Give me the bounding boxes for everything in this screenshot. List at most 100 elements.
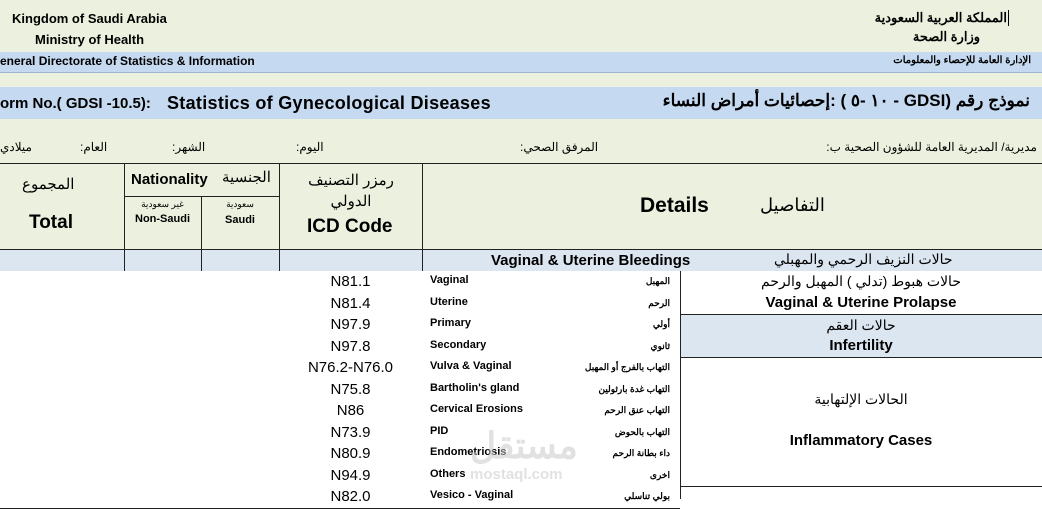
nationality-label-en: Nationality [131,171,208,188]
total-cell[interactable] [0,271,124,293]
non-saudi-label-en: Non-Saudi [135,213,190,225]
text-cursor [1008,10,1009,26]
detail-ar: الرحم [648,298,670,308]
kingdom-ar: المملكة العربية السعودية [874,10,1007,25]
total-label-en: Total [29,212,73,233]
detail-en: Cervical Erosions [430,403,523,415]
total-cell[interactable] [0,486,124,508]
saudi-cell[interactable] [201,357,279,379]
grid-line [201,249,202,271]
non-saudi-cell[interactable] [124,357,201,379]
detail-en: Vaginal [430,274,469,286]
total-cell[interactable] [0,443,124,465]
detail-en: Primary [430,317,471,329]
grid-line [279,249,280,271]
icd-code: N82.0 [330,488,371,505]
nationality-label-ar: الجنسية [222,169,271,186]
group-inflammatory-en: Inflammatory Cases [789,432,933,449]
directorate-field-label: مديرية/ المديرية العامة للشؤون الصحية ب: [826,140,1037,154]
detail-ar: التهاب بالفرج أو المهبل [584,362,670,372]
icd-code: N75.8 [330,381,371,398]
saudi-label-ar: سعودية [226,199,254,209]
watermark-logo: مستقل [470,425,578,466]
non-saudi-cell[interactable] [124,486,201,508]
day-field-label: اليوم: [296,140,324,154]
saudi-cell[interactable] [201,422,279,443]
form-title-en: Statistics of Gynecological Diseases [167,93,491,113]
icd-code: N94.9 [330,467,371,484]
detail-ar: التهاب عنق الرحم [604,405,670,415]
detail-en: Uterine [430,296,468,308]
icd-code: N81.4 [330,295,371,312]
bleeding-section-en: Vaginal & Uterine Bleedings [491,252,691,269]
header-band [0,0,1042,53]
total-cell[interactable] [0,336,124,357]
non-saudi-cell[interactable] [124,271,201,293]
detail-en: Vesico - Vaginal [430,489,514,501]
total-cell[interactable] [0,293,124,314]
total-cell[interactable] [0,314,124,336]
ministry-en: Ministry of Health [35,32,145,47]
watermark-url: mostaql.com [470,466,563,483]
form-title-ar: نموذج رقم (GDSI - ١٠ -٥ ) :إحصائيات أمرا… [662,91,1030,110]
icd-code: N86 [336,402,365,419]
icd-code: N97.9 [330,316,371,333]
total-cell[interactable] [0,357,124,379]
saudi-cell[interactable] [201,379,279,400]
non-saudi-cell[interactable] [124,314,201,336]
icd-code: N97.8 [330,338,371,355]
detail-en: Bartholin's gland [430,382,520,394]
saudi-cell[interactable] [201,336,279,357]
group-inflammatory-ar: الحالات الإلتهابية [814,391,908,407]
grid-line [124,249,125,271]
non-saudi-cell[interactable] [124,293,201,314]
saudi-cell[interactable] [201,465,279,486]
detail-en: Vulva & Vaginal [430,360,512,372]
icd-label-en: ICD Code [307,216,393,237]
year-field-label: العام: [80,140,108,154]
icd-label-ar: رمزر التصنيف الدولي [308,172,394,210]
month-field-label: الشهر: [172,140,206,154]
calendar-label: ميلادي [0,140,32,154]
non-saudi-cell[interactable] [124,465,201,486]
saudi-cell[interactable] [201,486,279,508]
total-cell[interactable] [0,379,124,400]
facility-field-label: المرفق الصحي: [520,140,599,154]
form-number: orm No.( GDSI -10.5): [0,95,151,112]
kingdom-en: Kingdom of Saudi Arabia [12,11,167,26]
bleeding-section-ar: حالات النزيف الرحمي والمهبلي [774,251,953,267]
total-label-ar: المجموع [22,176,75,193]
details-label-en: Details [640,194,709,217]
saudi-label-en: Saudi [225,214,255,226]
non-saudi-cell[interactable] [124,400,201,422]
spacer-band-2 [0,119,1042,136]
saudi-cell[interactable] [201,271,279,293]
total-cell[interactable] [0,422,124,443]
detail-ar: أولي [652,319,670,329]
non-saudi-label-ar: غير سعودية [141,199,184,209]
detail-ar: التهاب غدة بارثولين [598,384,670,394]
icd-code: N80.9 [330,445,371,462]
non-saudi-cell[interactable] [124,336,201,357]
icd-code: N76.2-N76.0 [307,359,394,376]
total-cell[interactable] [0,465,124,486]
detail-en: Secondary [430,339,487,351]
group-prolapse-ar: حالات هبوط (تدلي ) المهبل والرحم [761,273,961,289]
non-saudi-cell[interactable] [124,379,201,400]
group-infertility-ar: حالات العقم [826,317,896,333]
grid-line [422,249,423,271]
grid-line [124,196,279,197]
saudi-cell[interactable] [201,443,279,465]
saudi-cell[interactable] [201,293,279,314]
saudi-cell[interactable] [201,400,279,422]
total-cell[interactable] [0,400,124,422]
detail-ar: ثانوي [650,341,670,351]
non-saudi-cell[interactable] [124,422,201,443]
saudi-cell[interactable] [201,314,279,336]
directorate-en: eneral Directorate of Statistics & Infor… [0,54,255,68]
group-infertility-en: Infertility [829,337,893,354]
detail-ar: داء بطانة الرحم [612,448,670,458]
detail-ar: التهاب بالحوض [614,427,670,437]
group-prolapse-en: Vaginal & Uterine Prolapse [765,294,957,311]
non-saudi-cell[interactable] [124,443,201,465]
